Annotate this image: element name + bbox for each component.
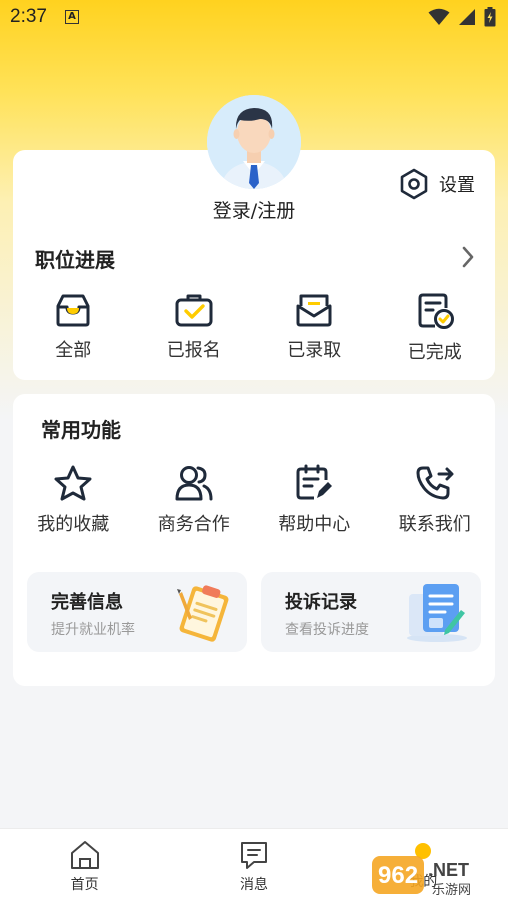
watermark-brand: 962 bbox=[378, 862, 418, 889]
functions-section-title: 常用功能 bbox=[41, 418, 121, 442]
battery-icon bbox=[484, 7, 496, 27]
progress-item-admitted[interactable]: 已录取 bbox=[254, 292, 375, 364]
function-item-contact[interactable]: 联系我们 bbox=[375, 464, 496, 536]
wifi-icon bbox=[428, 8, 450, 25]
functions-card: 常用功能 我的收藏 商务合作 帮助中心 联系我们 完善信息 提升就业机率 投诉记… bbox=[13, 394, 495, 686]
nav-messages[interactable]: 消息 bbox=[169, 829, 338, 904]
promo-title: 投诉记录 bbox=[285, 592, 357, 613]
watermark-sub: 乐游网 bbox=[432, 883, 471, 898]
users-icon bbox=[175, 466, 213, 501]
progress-section-title: 职位进展 bbox=[35, 248, 115, 272]
progress-item-completed[interactable]: 已完成 bbox=[375, 292, 496, 364]
complaint-record-card[interactable]: 投诉记录 查看投诉进度 bbox=[261, 572, 481, 652]
status-bar: 2:37 A bbox=[0, 0, 508, 34]
progress-item-all[interactable]: 全部 bbox=[13, 292, 134, 364]
function-item-label: 帮助中心 bbox=[278, 514, 351, 535]
progress-item-registered[interactable]: 已报名 bbox=[134, 292, 255, 364]
watermark-net: .NET bbox=[428, 860, 469, 880]
function-item-business[interactable]: 商务合作 bbox=[134, 464, 255, 536]
function-item-label: 我的收藏 bbox=[37, 514, 110, 535]
document-illustration bbox=[407, 584, 467, 642]
envelope-icon bbox=[296, 294, 332, 327]
message-icon bbox=[240, 842, 267, 869]
briefcase-check-icon bbox=[175, 294, 213, 327]
progress-item-label: 已报名 bbox=[166, 340, 221, 361]
progress-item-label: 已录取 bbox=[287, 340, 342, 361]
home-icon bbox=[70, 841, 99, 869]
user-avatar-icon[interactable] bbox=[207, 95, 301, 189]
calendar-edit-icon bbox=[296, 464, 333, 500]
document-check-icon bbox=[418, 293, 454, 329]
star-icon bbox=[54, 465, 92, 501]
login-register-link[interactable]: 登录/注册 bbox=[0, 196, 508, 223]
nav-home[interactable]: 首页 bbox=[0, 829, 169, 904]
a-notification-icon: A bbox=[64, 10, 79, 24]
inbox-icon bbox=[56, 294, 90, 327]
nav-home-label: 首页 bbox=[70, 877, 99, 893]
settings-label: 设置 bbox=[439, 175, 475, 196]
promo-subtitle: 查看投诉进度 bbox=[285, 622, 369, 638]
function-item-help[interactable]: 帮助中心 bbox=[254, 464, 375, 536]
clipboard-illustration bbox=[177, 585, 229, 642]
nav-messages-label: 消息 bbox=[239, 877, 268, 893]
promo-subtitle: 提升就业机率 bbox=[51, 622, 135, 638]
function-item-label: 商务合作 bbox=[157, 514, 230, 535]
promo-title: 完善信息 bbox=[51, 592, 123, 613]
function-item-favorites[interactable]: 我的收藏 bbox=[13, 464, 134, 536]
chevron-right-icon[interactable] bbox=[461, 246, 475, 268]
functions-row: 我的收藏 商务合作 帮助中心 联系我们 bbox=[13, 464, 495, 536]
progress-item-label: 全部 bbox=[55, 340, 92, 361]
phone-forward-icon bbox=[416, 466, 454, 500]
watermark-logo: 962 .NET 乐游网 bbox=[372, 856, 471, 898]
progress-item-label: 已完成 bbox=[407, 342, 462, 363]
signal-icon bbox=[459, 9, 475, 25]
complete-info-card[interactable]: 完善信息 提升就业机率 bbox=[27, 572, 247, 652]
function-item-label: 联系我们 bbox=[398, 514, 471, 535]
progress-row: 全部 已报名 已录取 已完成 bbox=[13, 292, 495, 364]
status-time: 2:37 bbox=[10, 6, 47, 27]
